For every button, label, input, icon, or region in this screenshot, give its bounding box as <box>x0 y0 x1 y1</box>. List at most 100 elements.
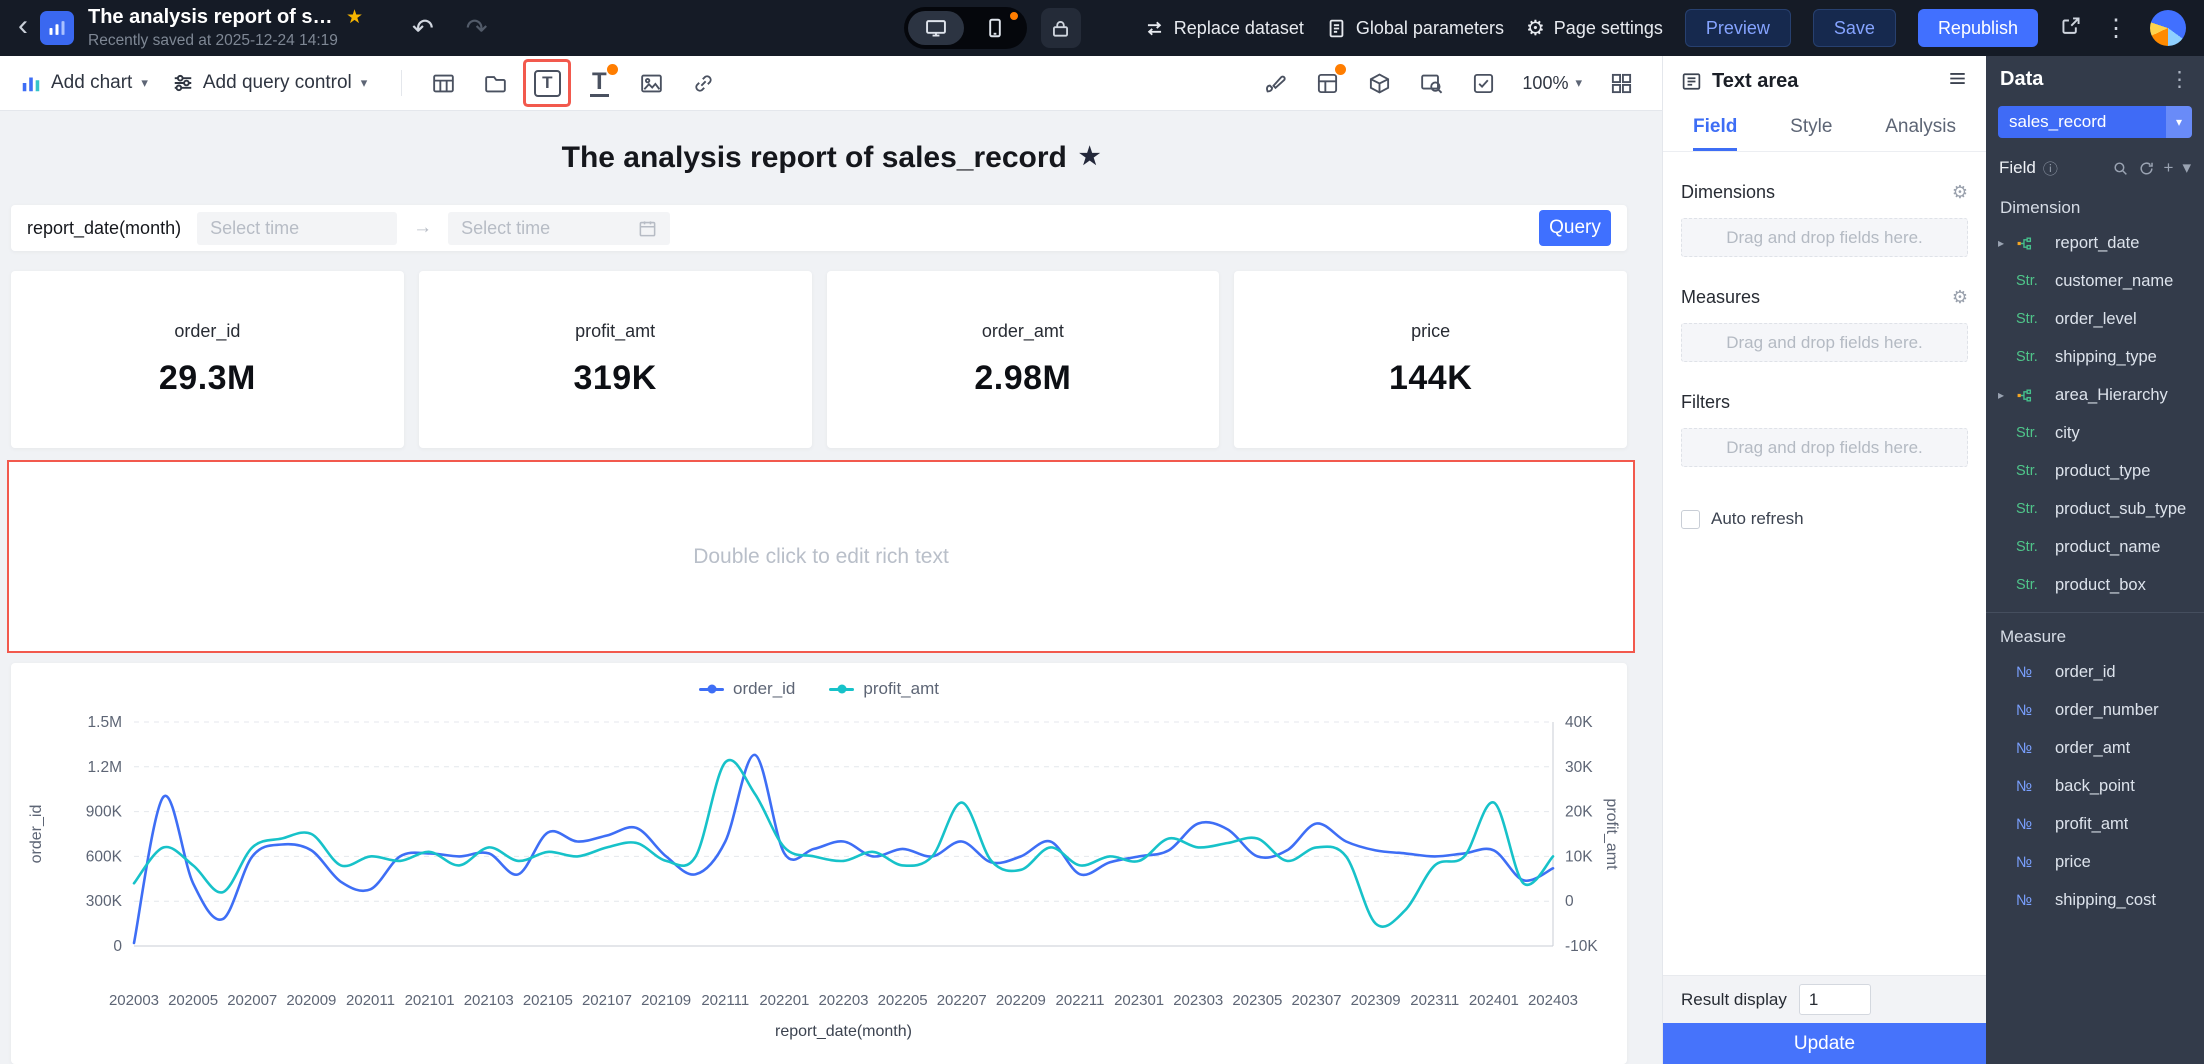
kpi-card-profit-amt[interactable]: profit_amt 319K <box>418 271 812 448</box>
save-button[interactable]: Save <box>1812 9 1896 47</box>
preview-button[interactable]: Preview <box>1684 9 1791 47</box>
zoom-control[interactable]: 100% ▾ <box>1522 73 1582 94</box>
number-field-icon: № <box>2016 777 2033 795</box>
report-logo-icon <box>40 11 74 45</box>
replace-dataset-button[interactable]: Replace dataset <box>1144 18 1304 39</box>
dimension-field[interactable]: ▸ area_Hierarchy <box>1986 376 2204 414</box>
dimension-field[interactable]: Str. shipping_type <box>1986 338 2204 376</box>
gear-icon[interactable]: ⚙ <box>1952 182 1968 203</box>
dataset-selector[interactable]: sales_record ▾ <box>1998 106 2192 138</box>
auto-refresh-checkbox[interactable] <box>1681 509 1700 529</box>
query-control-widget[interactable]: report_date(month) → Query <box>11 205 1627 251</box>
global-parameters-button[interactable]: Global parameters <box>1326 18 1504 39</box>
add-query-control-button[interactable]: Add query control ▾ <box>172 72 367 94</box>
dimension-field[interactable]: Str. product_sub_type <box>1986 490 2204 528</box>
measure-field[interactable]: № shipping_cost <box>1986 881 2204 919</box>
republish-button[interactable]: Republish <box>1917 9 2038 47</box>
measure-field[interactable]: № order_amt <box>1986 729 2204 767</box>
kpi-label: order_id <box>174 321 241 341</box>
tree-field-icon <box>2016 387 2046 404</box>
svg-text:202203: 202203 <box>818 992 868 1009</box>
filters-drop-zone[interactable]: Drag and drop fields here. <box>1681 428 1968 467</box>
tab-style[interactable]: Style <box>1790 106 1832 151</box>
info-icon[interactable]: ⓘ <box>2043 158 2058 179</box>
collapse-fields-icon[interactable]: ▾ <box>2182 158 2191 178</box>
legend-item-profit_amt[interactable]: profit_amt <box>829 679 939 699</box>
redo-icon[interactable]: ↷ <box>466 13 488 44</box>
svg-text:202103: 202103 <box>464 992 514 1009</box>
measures-drop-zone[interactable]: Drag and drop fields here. <box>1681 323 1968 362</box>
query-button[interactable]: Query <box>1539 210 1611 246</box>
more-menu-icon[interactable]: ⋮ <box>2104 14 2128 43</box>
undo-icon[interactable]: ↶ <box>412 13 434 44</box>
measure-field[interactable]: № order_id <box>1986 653 2204 691</box>
measure-field[interactable]: № back_point <box>1986 767 2204 805</box>
start-time-input[interactable] <box>197 211 398 245</box>
data-panel-title: Data <box>2000 67 2044 90</box>
line-chart[interactable]: 0 -10K 300K 0 600K 10K 900K 20K 1.2M 30K 1.5M 40K 20… <box>11 702 1627 1062</box>
report-title-widget[interactable]: The analysis report of sales_record ★ <box>0 141 1662 175</box>
measure-field[interactable]: № profit_amt <box>1986 805 2204 843</box>
expand-caret-icon[interactable]: ▸ <box>1998 236 2004 250</box>
result-display-input[interactable] <box>1798 984 1871 1015</box>
share-icon[interactable] <box>2060 15 2082 42</box>
kpi-card-order-id[interactable]: order_id 29.3M <box>11 271 404 448</box>
insert-table-icon[interactable] <box>422 62 464 104</box>
image-tool-icon[interactable] <box>630 62 672 104</box>
dimension-field[interactable]: Str. customer_name <box>1986 262 2204 300</box>
svg-text:900K: 900K <box>86 804 123 821</box>
text-area-widget-selected[interactable]: Double click to edit rich text <box>7 460 1635 653</box>
dimension-field[interactable]: ▸ report_date <box>1986 224 2204 262</box>
svg-text:202107: 202107 <box>582 992 632 1009</box>
gear-icon[interactable]: ⚙ <box>1952 287 1968 308</box>
link-tool-icon[interactable] <box>682 62 724 104</box>
end-time-input[interactable] <box>448 211 671 245</box>
refresh-fields-icon[interactable] <box>2138 160 2155 177</box>
search-fields-icon[interactable] <box>2112 160 2129 177</box>
chevron-down-icon: ▾ <box>141 75 148 90</box>
mobile-view-toggle[interactable] <box>967 10 1023 45</box>
preview-search-icon[interactable] <box>1410 62 1452 104</box>
dimension-field[interactable]: Str. order_level <box>1986 300 2204 338</box>
line-chart-widget[interactable]: order_id profit_amt 0 -10K 300K 0 600K 10K 900K… <box>11 663 1627 1064</box>
grid-layout-icon[interactable] <box>1600 62 1642 104</box>
add-chart-button[interactable]: Add chart ▾ <box>20 72 148 94</box>
avatar[interactable] <box>2150 10 2186 46</box>
material-library-icon[interactable] <box>1306 62 1348 104</box>
measure-field[interactable]: № order_number <box>1986 691 2204 729</box>
kpi-card-price[interactable]: price 144K <box>1234 271 1627 448</box>
back-icon[interactable]: ‹ <box>18 11 28 41</box>
dimension-field[interactable]: Str. product_box <box>1986 566 2204 604</box>
task-check-icon[interactable] <box>1462 62 1504 104</box>
lock-icon[interactable] <box>1040 8 1081 48</box>
legend-item-order_id[interactable]: order_id <box>699 679 795 699</box>
global-parameters-label: Global parameters <box>1355 17 1504 38</box>
dimension-field[interactable]: Str. product_type <box>1986 452 2204 490</box>
add-field-icon[interactable]: + <box>2164 158 2174 178</box>
kpi-card-order-amt[interactable]: order_amt 2.98M <box>826 271 1220 448</box>
measure-field[interactable]: № price <box>1986 843 2204 881</box>
dimension-field[interactable]: Str. city <box>1986 414 2204 452</box>
text-area-tool-icon[interactable]: T <box>526 62 568 104</box>
update-button[interactable]: Update <box>1663 1023 1986 1064</box>
field-config-panel: Text area Field Style Analysis Dimension… <box>1662 56 1986 1064</box>
insert-tab-icon[interactable] <box>474 62 516 104</box>
theme-brush-icon[interactable] <box>1254 62 1296 104</box>
tab-field[interactable]: Field <box>1693 106 1738 151</box>
dimensions-drop-zone[interactable]: Drag and drop fields here. <box>1681 218 1968 257</box>
svg-text:202201: 202201 <box>759 992 809 1009</box>
report-canvas[interactable]: The analysis report of sales_record ★ rep… <box>0 111 1662 1064</box>
field-name: customer_name <box>2055 271 2174 290</box>
favorite-star-icon[interactable]: ★ <box>346 6 363 29</box>
rich-text-tool-icon[interactable]: T <box>578 62 620 104</box>
string-field-icon: Str. <box>2016 501 2038 517</box>
data-panel-menu-icon[interactable]: ⋮ <box>2169 67 2190 92</box>
panel-menu-icon[interactable] <box>1947 68 1968 94</box>
dimension-field[interactable]: Str. product_name <box>1986 528 2204 566</box>
expand-caret-icon[interactable]: ▸ <box>1998 388 2004 402</box>
number-field-icon: № <box>2016 739 2033 757</box>
component-box-icon[interactable] <box>1358 62 1400 104</box>
desktop-view-toggle[interactable] <box>907 11 964 45</box>
page-settings-button[interactable]: ⚙ Page settings <box>1526 16 1663 41</box>
tab-analysis[interactable]: Analysis <box>1885 106 1956 151</box>
